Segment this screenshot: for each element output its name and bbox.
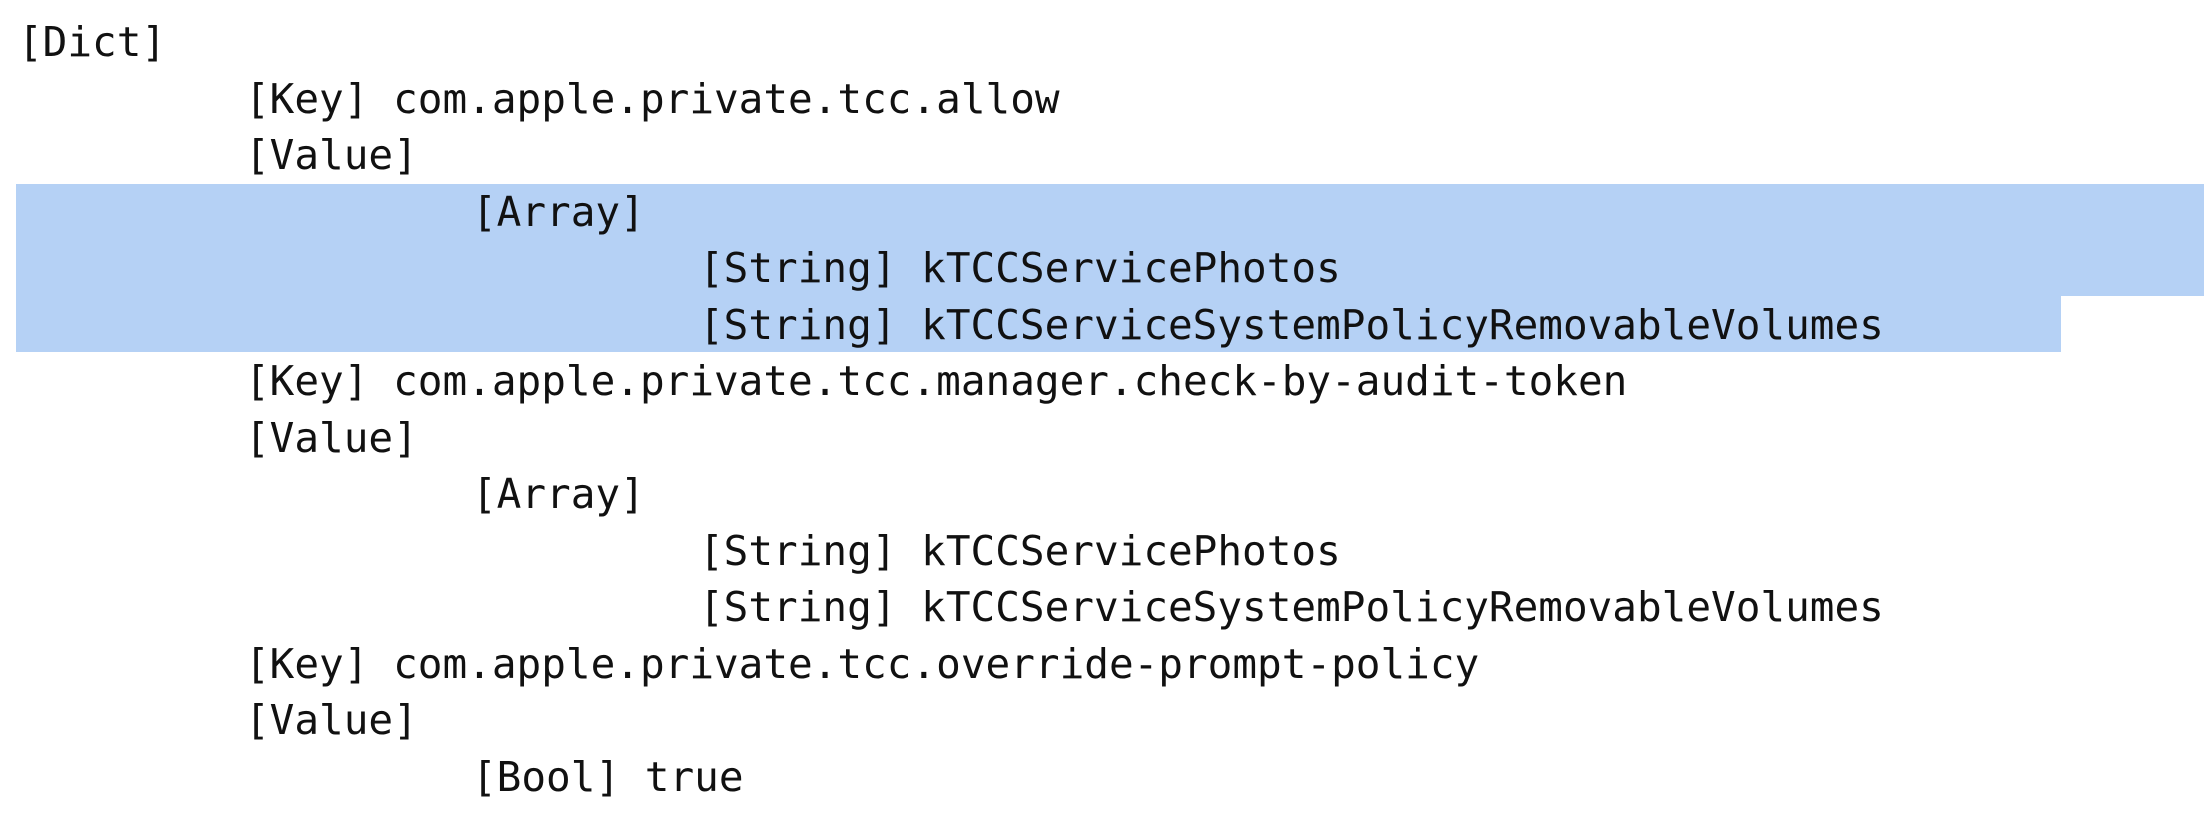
key-line: [Key] com.apple.private.tcc.manager.chec… bbox=[245, 357, 1628, 405]
value-line: [Value] bbox=[245, 696, 418, 744]
array-line: [Array] bbox=[472, 470, 645, 518]
bool-line: [Bool] true bbox=[472, 753, 744, 801]
string-line: [String] kTCCServiceSystemPolicyRemovabl… bbox=[699, 301, 1884, 349]
string-line: [String] kTCCServicePhotos bbox=[699, 244, 1341, 292]
key-line: [Key] com.apple.private.tcc.allow bbox=[245, 75, 1060, 123]
string-line: [String] kTCCServicePhotos bbox=[699, 527, 1341, 575]
key-line: [Key] com.apple.private.tcc.override-pro… bbox=[245, 640, 1480, 688]
dict-line: [Dict] bbox=[18, 18, 167, 66]
string-line: [String] kTCCServiceSystemPolicyRemovabl… bbox=[699, 583, 1884, 631]
entitlements-text-view[interactable]: [Dict] [Key] com.apple.private.tcc.allow… bbox=[0, 0, 2204, 816]
value-line: [Value] bbox=[245, 131, 418, 179]
value-line: [Value] bbox=[245, 414, 418, 462]
array-line: [Array] bbox=[472, 188, 645, 236]
